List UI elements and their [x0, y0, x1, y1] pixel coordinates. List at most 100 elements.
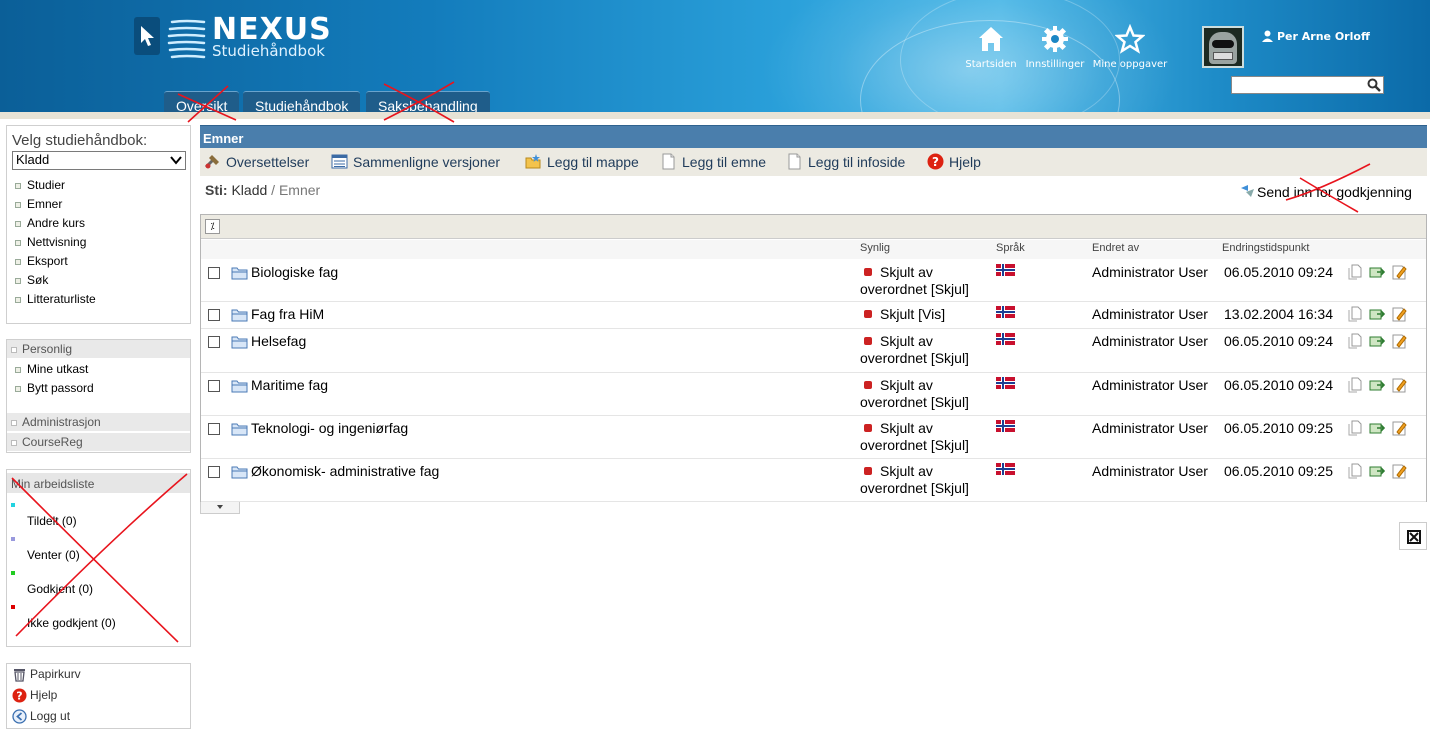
home-link[interactable]: Startsiden	[962, 24, 1020, 70]
worklist-item[interactable]: Godkjent (0)	[27, 582, 93, 596]
sidebar-item-sok[interactable]: Søk	[15, 273, 48, 287]
subject-name[interactable]: Fag fra HiM	[251, 306, 324, 322]
norway-flag-icon	[996, 377, 1015, 389]
column-header-synlig[interactable]: Synlig	[860, 242, 890, 254]
table-footer-toggle[interactable]	[200, 502, 240, 514]
add-subject-button[interactable]: Legg til emne	[660, 153, 766, 170]
table-row[interactable]: Helsefag Skjult av overordnet [Skjul] Admin…	[201, 329, 1426, 373]
move-icon[interactable]	[1369, 463, 1386, 479]
table-row[interactable]: Økonomisk- administrative fag Skjult av ov…	[201, 459, 1426, 502]
move-icon[interactable]	[1369, 306, 1386, 322]
visibility-text-cont[interactable]: overordnet [Skjul]	[860, 394, 969, 410]
subject-name[interactable]: Økonomisk- administrative fag	[251, 463, 439, 479]
visibility-text[interactable]: Skjult av	[880, 377, 933, 393]
visibility-text-cont[interactable]: overordnet [Skjul]	[860, 437, 969, 453]
handbook-select[interactable]: Kladd	[12, 151, 186, 170]
personal-header[interactable]: Personlig	[7, 340, 190, 358]
help-link[interactable]: ? Hjelp	[12, 688, 57, 703]
worklist-item[interactable]: Venter (0)	[27, 548, 80, 562]
compare-versions-button[interactable]: Sammenligne versjoner	[331, 153, 500, 170]
visibility-text[interactable]: Skjult av	[880, 333, 933, 349]
sidebar-item-studier[interactable]: Studier	[15, 178, 65, 192]
row-actions	[1347, 333, 1413, 349]
hidden-status-icon	[864, 268, 872, 276]
sidebar-item-label: Studier	[27, 178, 66, 192]
table-row[interactable]: Fag fra HiM Skjult [Vis] Administrator Use…	[201, 302, 1426, 329]
user-name[interactable]: Per Arne Orloff	[1277, 30, 1370, 43]
sidebar-item-nettvisning[interactable]: Nettvisning	[15, 235, 86, 249]
column-header-endringstidspunkt[interactable]: Endringstidspunkt	[1222, 242, 1309, 254]
help-button[interactable]: ? Hjelp	[927, 153, 981, 170]
subject-name[interactable]: Maritime fag	[251, 377, 328, 393]
column-settings-icon[interactable]: ⁒	[205, 219, 220, 234]
search-input[interactable]	[1232, 77, 1364, 93]
visibility-text-cont[interactable]: overordnet [Skjul]	[860, 480, 969, 496]
visibility-text-cont[interactable]: overordnet [Skjul]	[860, 350, 969, 366]
avatar[interactable]	[1202, 26, 1244, 68]
logout-link[interactable]: Logg ut	[12, 709, 70, 724]
copy-icon[interactable]	[1347, 333, 1363, 349]
settings-link[interactable]: Innstillinger	[1024, 24, 1086, 70]
trash-link[interactable]: Papirkurv	[12, 667, 81, 682]
row-checkbox[interactable]	[208, 267, 220, 279]
tasks-label: Mine oppgaver	[1092, 59, 1168, 70]
column-header-endret-av[interactable]: Endret av	[1092, 242, 1139, 254]
sidebar-item-bytt-passord[interactable]: Bytt passord	[15, 381, 94, 395]
sidebar-item-litteraturliste[interactable]: Litteraturliste	[15, 292, 96, 306]
collapse-icon	[11, 346, 17, 353]
copy-icon[interactable]	[1347, 420, 1363, 436]
worklist-item[interactable]: Tildelt (0)	[27, 514, 77, 528]
copy-icon[interactable]	[1347, 306, 1363, 322]
copy-icon[interactable]	[1347, 264, 1363, 280]
subject-name[interactable]: Teknologi- og ingeniørfag	[251, 420, 408, 436]
submit-for-approval-button[interactable]: Send inn for godkjenning	[1240, 184, 1412, 200]
sidebar-item-mine-utkast[interactable]: Mine utkast	[15, 362, 88, 376]
chevron-down-icon	[217, 505, 223, 509]
worklist-item[interactable]: Ikke godkjent (0)	[27, 616, 116, 630]
admin-header[interactable]: Administrasjon	[7, 413, 190, 431]
table-row[interactable]: Maritime fag Skjult av overordnet [Skjul] A…	[201, 373, 1426, 416]
row-checkbox[interactable]	[208, 309, 220, 321]
tasks-link[interactable]: Mine oppgaver	[1092, 23, 1168, 70]
copy-icon[interactable]	[1347, 377, 1363, 393]
copy-icon[interactable]	[1347, 463, 1363, 479]
move-icon[interactable]	[1369, 377, 1386, 393]
row-actions	[1347, 306, 1413, 322]
edit-icon[interactable]	[1391, 377, 1407, 393]
move-icon[interactable]	[1369, 264, 1386, 280]
translations-button[interactable]: Oversettelser	[204, 153, 309, 170]
breadcrumb-root[interactable]: Kladd	[231, 182, 267, 198]
norway-flag-icon	[996, 420, 1015, 432]
subject-name[interactable]: Helsefag	[251, 333, 306, 349]
close-icon[interactable]	[1399, 522, 1427, 550]
add-infopage-button[interactable]: Legg til infoside	[786, 153, 905, 170]
move-icon[interactable]	[1369, 333, 1386, 349]
visibility-text[interactable]: Skjult av	[880, 463, 933, 479]
add-folder-button[interactable]: Legg til mappe	[525, 153, 639, 170]
star-icon	[1114, 23, 1146, 54]
row-checkbox[interactable]	[208, 336, 220, 348]
visibility-text[interactable]: Skjult av	[880, 420, 933, 436]
sidebar-item-eksport[interactable]: Eksport	[15, 254, 68, 268]
edit-icon[interactable]	[1391, 264, 1407, 280]
visibility-text-cont[interactable]: overordnet [Skjul]	[860, 281, 969, 297]
edit-icon[interactable]	[1391, 333, 1407, 349]
edit-icon[interactable]	[1391, 463, 1407, 479]
move-icon[interactable]	[1369, 420, 1386, 436]
search-icon[interactable]	[1367, 78, 1381, 92]
edit-icon[interactable]	[1391, 306, 1407, 322]
row-checkbox[interactable]	[208, 380, 220, 392]
edit-icon[interactable]	[1391, 420, 1407, 436]
page-title: Emner	[200, 125, 1427, 148]
column-header-sprak[interactable]: Språk	[996, 242, 1025, 254]
sidebar-item-andre-kurs[interactable]: Andre kurs	[15, 216, 85, 230]
row-checkbox[interactable]	[208, 423, 220, 435]
table-row[interactable]: Teknologi- og ingeniørfag Skjult av overor…	[201, 416, 1426, 459]
coursereg-header[interactable]: CourseReg	[7, 433, 190, 451]
visibility-text[interactable]: Skjult av	[880, 264, 933, 280]
visibility-text[interactable]: Skjult [Vis]	[880, 306, 945, 322]
subject-name[interactable]: Biologiske fag	[251, 264, 338, 280]
table-row[interactable]: Biologiske fag Skjult av overordnet [Skjul…	[201, 260, 1426, 302]
row-checkbox[interactable]	[208, 466, 220, 478]
sidebar-item-emner[interactable]: Emner	[15, 197, 62, 211]
